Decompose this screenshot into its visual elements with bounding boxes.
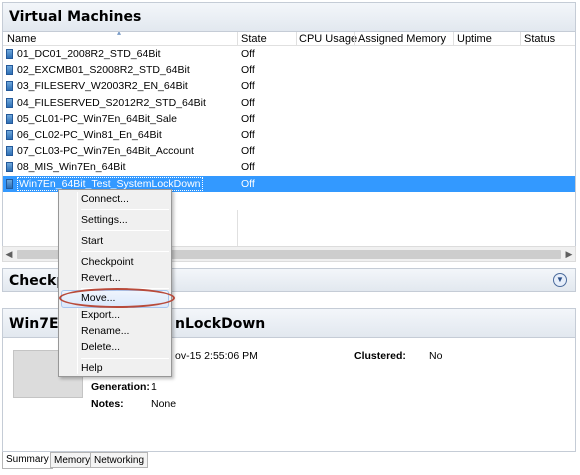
vm-state: Off — [241, 80, 255, 93]
vm-row[interactable]: 02_EXCMB01_S2008R2_STD_64Bit Off — [3, 62, 575, 78]
column-divider[interactable] — [237, 32, 238, 46]
scroll-right-icon[interactable]: ▶ — [564, 249, 574, 260]
vm-state: Off — [241, 161, 255, 174]
generation-label: Generation: — [91, 381, 150, 393]
tab-networking[interactable]: Networking — [90, 452, 149, 468]
vm-row[interactable]: 03_FILESERV_W2003R2_EN_64Bit Off — [3, 78, 575, 94]
clustered-value: No — [429, 350, 443, 362]
created-value: ov-15 2:55:06 PM — [175, 350, 258, 362]
context-menu: Connect... Settings... Start Checkpoint … — [58, 189, 175, 377]
vm-list: 01_DC01_2008R2_STD_64Bit Off 02_EXCMB01_… — [3, 46, 575, 192]
virtual-machines-header: Virtual Machines — [2, 2, 576, 32]
column-header-cpu-usage[interactable]: CPU Usage — [299, 33, 357, 45]
generation-value: 1 — [151, 381, 157, 393]
column-header-state[interactable]: State — [241, 33, 267, 45]
column-header-uptime[interactable]: Uptime — [457, 33, 492, 45]
chevron-down-circle-icon[interactable]: ▼ — [553, 273, 567, 287]
virtual-machine-icon — [6, 65, 13, 76]
virtual-machine-icon — [6, 81, 13, 92]
virtual-machine-icon — [6, 129, 13, 140]
menu-item-start[interactable]: Start — [81, 235, 103, 247]
scroll-left-icon[interactable]: ◀ — [4, 249, 14, 260]
vm-state: Off — [241, 145, 255, 158]
menu-item-checkpoint[interactable]: Checkpoint — [81, 256, 134, 268]
menu-separator — [81, 358, 169, 359]
vm-name: 06_CL02-PC_Win81_En_64Bit — [17, 128, 162, 141]
vm-name: 03_FILESERV_W2003R2_EN_64Bit — [17, 80, 188, 93]
column-divider[interactable] — [453, 32, 454, 46]
vm-state: Off — [241, 48, 255, 60]
vm-row[interactable]: 08_MIS_Win7En_64Bit Off — [3, 159, 575, 175]
vm-name: 05_CL01-PC_Win7En_64Bit_Sale — [17, 112, 177, 125]
menu-separator — [81, 230, 169, 231]
vm-state: Off — [241, 112, 255, 125]
pane-title: Virtual Machines — [9, 9, 142, 25]
virtual-machine-icon — [6, 113, 13, 124]
clustered-label: Clustered: — [354, 350, 406, 362]
vm-details-title-right: nLockDown — [175, 316, 266, 332]
column-header-assigned-memory[interactable]: Assigned Memory — [358, 33, 446, 45]
menu-item-connect[interactable]: Connect... — [81, 193, 129, 205]
menu-item-revert[interactable]: Revert... — [81, 272, 121, 284]
column-header-row: Name ▴ State CPU Usage Assigned Memory U… — [3, 32, 575, 46]
notes-value: None — [151, 398, 177, 410]
virtual-machine-icon — [6, 162, 13, 173]
column-header-status[interactable]: Status — [524, 33, 555, 45]
vm-name: 01_DC01_2008R2_STD_64Bit — [17, 48, 161, 60]
menu-item-settings[interactable]: Settings... — [81, 214, 128, 226]
menu-separator — [81, 251, 169, 252]
vm-row[interactable]: 06_CL02-PC_Win81_En_64Bit Off — [3, 127, 575, 143]
column-divider[interactable] — [520, 32, 521, 46]
details-tab-strip: Summary Memory Networking — [2, 452, 576, 470]
tab-summary[interactable]: Summary — [2, 452, 53, 469]
vm-row[interactable]: 05_CL01-PC_Win7En_64Bit_Sale Off — [3, 111, 575, 127]
vm-row[interactable]: 01_DC01_2008R2_STD_64Bit Off — [3, 46, 575, 62]
menu-gutter — [77, 192, 78, 374]
vm-name: 02_EXCMB01_S2008R2_STD_64Bit — [17, 64, 190, 77]
vm-name: 07_CL03-PC_Win7En_64Bit_Account — [17, 145, 194, 158]
menu-item-rename[interactable]: Rename... — [81, 325, 129, 337]
vm-name: 08_MIS_Win7En_64Bit — [17, 161, 126, 174]
sort-ascending-icon: ▴ — [117, 32, 122, 37]
column-header-name[interactable]: Name — [7, 33, 36, 45]
column-divider[interactable] — [296, 32, 297, 46]
column-divider[interactable] — [354, 32, 355, 46]
virtual-machine-icon — [6, 97, 13, 108]
notes-label: Notes: — [91, 398, 124, 410]
virtual-machine-icon — [6, 178, 13, 189]
vm-row[interactable]: 07_CL03-PC_Win7En_64Bit_Account Off — [3, 143, 575, 159]
vm-state: Off — [241, 96, 255, 109]
vm-name: 04_FILESERVED_S2012R2_STD_64Bit — [17, 96, 206, 109]
vm-row[interactable]: 04_FILESERVED_S2012R2_STD_64Bit Off — [3, 95, 575, 111]
tab-memory[interactable]: Memory — [50, 452, 95, 468]
vm-state: Off — [241, 128, 255, 141]
menu-separator — [81, 209, 169, 210]
menu-item-delete[interactable]: Delete... — [81, 341, 120, 353]
virtual-machine-icon — [6, 146, 13, 157]
vm-state: Off — [241, 177, 255, 190]
virtual-machine-icon — [6, 49, 13, 59]
vm-state: Off — [241, 64, 255, 77]
annotation-circle — [59, 288, 175, 308]
menu-item-export[interactable]: Export... — [81, 309, 120, 321]
menu-item-help[interactable]: Help — [81, 362, 103, 374]
